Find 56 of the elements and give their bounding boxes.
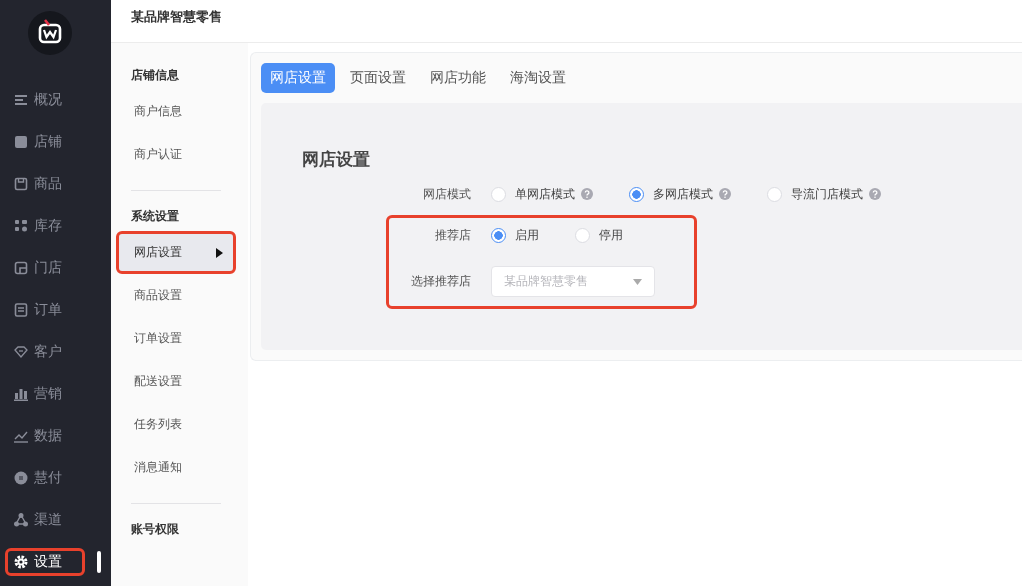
field-label: 推荐店 bbox=[434, 226, 471, 244]
field-label: 选择推荐店 bbox=[410, 273, 471, 290]
sidebar-item[interactable]: 慧付 bbox=[5, 464, 85, 492]
menu-section-title: 店铺信息 bbox=[130, 67, 180, 84]
bar-chart-icon bbox=[14, 387, 28, 401]
sidebar-item[interactable]: 库存 bbox=[5, 212, 85, 240]
menu-item[interactable]: 订单设置 bbox=[116, 317, 236, 360]
help-icon[interactable] bbox=[719, 188, 731, 200]
menu-item[interactable]: 网店设置 bbox=[116, 231, 236, 274]
sidebar-item[interactable]: 客户 bbox=[5, 338, 85, 366]
help-icon[interactable] bbox=[581, 188, 593, 200]
tab[interactable]: 网店功能 bbox=[421, 63, 495, 93]
tab[interactable]: 海淘设置 bbox=[501, 63, 575, 93]
sidebar-item[interactable]: 门店 bbox=[5, 254, 85, 282]
menu-section-title: 账号权限 bbox=[130, 521, 180, 538]
dropdown-caret-icon bbox=[633, 278, 642, 285]
radio-option[interactable]: 停用 bbox=[575, 226, 623, 244]
radio-option[interactable]: 单网店模式 bbox=[491, 185, 593, 203]
coin-icon bbox=[14, 471, 28, 485]
settings-icon bbox=[14, 555, 28, 569]
radio-option[interactable]: 导流门店模式 bbox=[767, 185, 881, 203]
network-icon bbox=[14, 513, 28, 527]
menu-item[interactable]: 商户认证 bbox=[116, 133, 236, 176]
radio-option[interactable]: 启用 bbox=[491, 226, 539, 244]
radio-button[interactable] bbox=[629, 186, 644, 202]
diamond-icon bbox=[14, 345, 28, 359]
sidebar-item[interactable]: 数据 bbox=[5, 422, 85, 450]
menu-section-title: 系统设置 bbox=[130, 208, 180, 225]
menu-item[interactable]: 配送设置 bbox=[116, 360, 236, 403]
active-indicator bbox=[97, 551, 101, 573]
line-chart-icon bbox=[14, 429, 28, 443]
menu-item[interactable]: 商品设置 bbox=[116, 274, 236, 317]
form-title: 网店设置 bbox=[302, 148, 371, 171]
menu-item[interactable]: 任务列表 bbox=[116, 403, 236, 446]
sidebar-item[interactable]: 概况 bbox=[5, 86, 85, 114]
sidebar-item[interactable]: 商品 bbox=[5, 170, 85, 198]
logo-icon bbox=[28, 11, 72, 55]
menu-item[interactable]: 商户信息 bbox=[116, 90, 236, 133]
sidebar-item[interactable]: 营销 bbox=[5, 380, 85, 408]
menu-item[interactable]: 消息通知 bbox=[116, 446, 236, 489]
tab[interactable]: 页面设置 bbox=[341, 63, 415, 93]
grid-icon bbox=[14, 219, 28, 233]
sidebar-item[interactable]: 渠道 bbox=[5, 506, 85, 534]
card-icon bbox=[14, 261, 28, 275]
sidebar-item[interactable]: 订单 bbox=[5, 296, 85, 324]
box-icon bbox=[14, 135, 28, 149]
radio-button[interactable] bbox=[491, 227, 506, 243]
sidebar-item[interactable]: 店铺 bbox=[5, 128, 85, 156]
store-title: 某品牌智慧零售 bbox=[131, 8, 222, 26]
radio-option[interactable]: 多网店模式 bbox=[629, 185, 731, 203]
list-icon bbox=[14, 93, 28, 107]
help-icon[interactable] bbox=[869, 188, 881, 200]
field-label: 网店模式 bbox=[422, 185, 471, 203]
document-icon bbox=[14, 303, 28, 317]
caret-icon bbox=[216, 247, 223, 258]
bag-icon bbox=[14, 177, 28, 191]
